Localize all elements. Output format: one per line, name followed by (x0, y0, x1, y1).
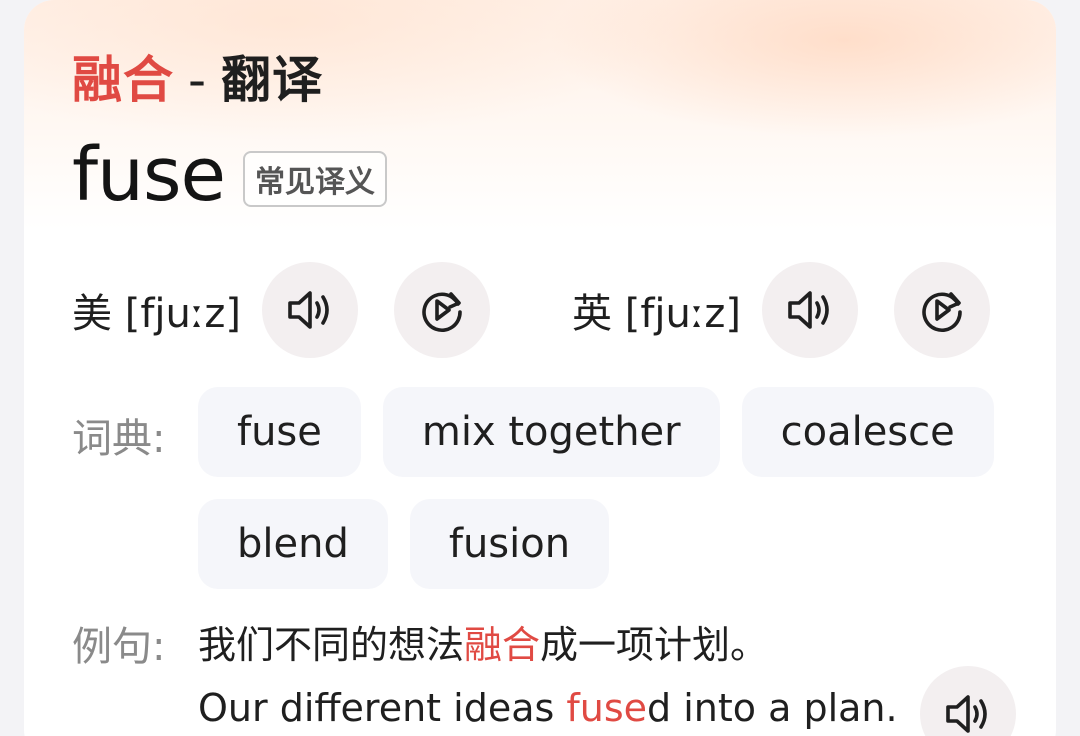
title-separator: - (188, 51, 208, 109)
speaker-icon (288, 291, 329, 329)
dictionary-chip[interactable]: fusion (409, 499, 610, 589)
pronunciation-uk-text: 英 [fjuːz] (572, 291, 741, 337)
dictionary-chip[interactable]: blend (198, 499, 388, 589)
speaker-icon (946, 695, 987, 733)
dictionary-chip[interactable]: coalesce (741, 387, 994, 477)
play-us-button[interactable] (262, 262, 358, 358)
headword-row: fuse 常见译义 (72, 132, 388, 218)
replay-us-button[interactable] (394, 262, 490, 358)
example-english-pre: Our different ideas (198, 686, 567, 730)
dictionary-label: 词典: (72, 416, 166, 462)
example-chinese: 我们不同的想法融合成一项计划。 (198, 614, 768, 669)
translation-card: 融合 - 翻译 fuse 常见译义 美 [fjuːz] 英 [fjuːz] 词典… (24, 0, 1056, 736)
dictionary-chip[interactable]: fuse (198, 387, 361, 477)
pronunciation-us-text: 美 [fjuːz] (72, 291, 241, 337)
pronunciation-us: 美 [fjuːz] (72, 262, 490, 358)
replay-uk-button[interactable] (894, 262, 990, 358)
example-label: 例句: (72, 624, 166, 670)
common-meaning-badge: 常见译义 (243, 151, 388, 207)
page-title: 融合 - 翻译 (72, 40, 323, 112)
play-example-button[interactable] (920, 666, 1016, 736)
example-english-post: d into a plan. (647, 686, 898, 730)
example-chinese-pre: 我们不同的想法 (198, 623, 465, 667)
example-chinese-highlight: 融合 (464, 623, 541, 667)
replay-icon (422, 292, 462, 333)
headword: fuse (72, 132, 226, 218)
dictionary-chip[interactable]: mix together (382, 387, 720, 477)
title-keyword: 融合 (72, 51, 174, 109)
example-chinese-post: 成一项计划。 (540, 623, 769, 667)
example-english-highlight: fuse (566, 686, 648, 730)
example-english: Our different ideas fused into a plan. (198, 686, 898, 730)
replay-icon (922, 292, 962, 333)
speaker-icon (788, 291, 829, 329)
play-uk-button[interactable] (762, 262, 858, 358)
pronunciation-uk: 英 [fjuːz] (572, 262, 990, 358)
dictionary-chips: fuse mix together coalesce blend fusion (198, 387, 998, 589)
title-suffix: 翻译 (221, 51, 324, 109)
